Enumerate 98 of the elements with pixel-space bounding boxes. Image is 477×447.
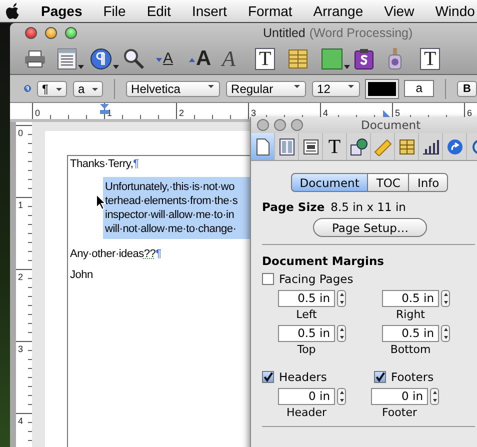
text-icon: T xyxy=(328,136,341,156)
indent-marker-icon[interactable] xyxy=(100,104,109,114)
caret-icon[interactable] xyxy=(113,64,119,68)
ruler-number: 1 xyxy=(17,199,24,210)
segment-tab[interactable]: Info xyxy=(408,173,448,192)
menu-item[interactable]: Format xyxy=(248,3,292,19)
cursor-icon xyxy=(96,194,106,210)
checkbox[interactable] xyxy=(262,273,274,285)
inspector-tab[interactable]: T xyxy=(323,133,347,160)
page-setup-button[interactable]: Page Setup… xyxy=(313,218,428,237)
page-size-value: 8.5 in x 11 in xyxy=(330,200,406,214)
menu-item[interactable]: View xyxy=(384,3,414,19)
layout-icon xyxy=(302,138,318,154)
number-field[interactable]: 0.5 in xyxy=(278,325,335,342)
bottle-icon[interactable] xyxy=(387,48,403,70)
document-icon[interactable] xyxy=(57,48,77,70)
number-field[interactable]: 0.5 in xyxy=(382,325,439,342)
text-color-well[interactable] xyxy=(366,80,398,98)
ruler-number: 0 xyxy=(17,127,24,138)
shape-icon xyxy=(350,138,368,156)
link-icon xyxy=(446,138,462,154)
stepper[interactable] xyxy=(441,290,450,307)
segment-tab[interactable]: Document xyxy=(290,173,368,192)
text-wrap-icon[interactable]: T xyxy=(420,48,440,70)
checkbox-label: Headers xyxy=(279,370,327,384)
ruler-number: 3 xyxy=(250,108,256,118)
field-label: Page Size xyxy=(262,200,325,214)
paragraph: Thanks·Terry,¶ xyxy=(69,157,140,172)
checkbox[interactable] xyxy=(374,371,386,383)
stepper[interactable] xyxy=(337,325,346,342)
minimize-button[interactable] xyxy=(274,119,286,131)
ruler-number: 5 xyxy=(394,108,400,118)
stepper[interactable] xyxy=(337,290,346,307)
menu-item[interactable]: File xyxy=(103,3,126,19)
zoom-button[interactable] xyxy=(291,119,303,131)
menu-item[interactable]: Insert xyxy=(192,3,227,19)
font-size-popup[interactable]: 12 xyxy=(312,80,360,96)
typeface-popup[interactable]: Regular xyxy=(226,80,306,96)
checkbox[interactable] xyxy=(262,371,274,383)
fonts-icon[interactable]: A xyxy=(222,48,236,70)
menu-item[interactable]: Pages xyxy=(41,3,82,19)
page-icon xyxy=(256,138,270,156)
table-icon xyxy=(398,138,414,154)
checkbox-label: Facing Pages xyxy=(279,272,354,286)
table-icon[interactable] xyxy=(288,48,308,68)
stepper[interactable] xyxy=(430,388,439,405)
field-label: Footer xyxy=(381,405,418,419)
character-style-popup[interactable]: a xyxy=(73,80,104,96)
number-field[interactable]: 0.5 in xyxy=(382,290,439,307)
field-label: Bottom xyxy=(389,342,432,356)
zoom-button[interactable] xyxy=(65,27,77,39)
field-label: Top xyxy=(296,342,317,356)
menu-item[interactable]: Arrange xyxy=(313,3,364,19)
checkbox-label: Footers xyxy=(391,370,434,384)
minimize-button[interactable] xyxy=(45,27,57,39)
close-button[interactable] xyxy=(257,119,269,131)
caret-icon[interactable] xyxy=(78,64,84,68)
inspector-tab[interactable] xyxy=(251,133,275,160)
columns-icon xyxy=(278,138,294,156)
ruler-number: 4 xyxy=(322,108,328,118)
menu-item[interactable]: Edit xyxy=(146,3,171,19)
window-subtitle: (Word Processing) xyxy=(309,26,413,40)
bold-button[interactable]: B xyxy=(457,80,477,96)
paragraph-style-popup[interactable]: ¶ xyxy=(37,80,68,96)
shape-icon[interactable] xyxy=(321,48,343,70)
segment-tab[interactable]: TOC xyxy=(367,173,410,192)
stepper[interactable] xyxy=(337,388,346,405)
ruler-number: 3 xyxy=(17,343,24,354)
ruler-number: 4 xyxy=(17,415,24,426)
paragraph: Any·other·ideas??¶ xyxy=(69,247,162,262)
text-box-icon[interactable]: T xyxy=(255,48,276,70)
field-label: Header xyxy=(285,405,328,419)
caret-icon[interactable] xyxy=(344,64,350,68)
bar-chart-icon xyxy=(422,138,440,154)
highlight-well[interactable]: a xyxy=(404,80,434,97)
paragraph: John xyxy=(69,268,94,283)
number-field[interactable]: 0 in xyxy=(371,388,428,405)
font-popup[interactable]: Helvetica xyxy=(126,80,220,96)
section-heading: Document Margins xyxy=(261,253,386,268)
number-field[interactable]: 0 in xyxy=(278,388,335,405)
pilcrow-circle-icon[interactable] xyxy=(90,48,112,70)
search-icon[interactable] xyxy=(123,48,145,70)
menu-item[interactable]: Windo xyxy=(435,3,475,19)
field-label: Left xyxy=(295,307,318,321)
field-label: Right xyxy=(395,307,426,321)
close-button[interactable] xyxy=(25,27,37,39)
ruler-number: 2 xyxy=(17,271,24,282)
stepper[interactable] xyxy=(441,325,450,342)
ruler-number: 0 xyxy=(34,108,40,118)
window-title: Untitled xyxy=(263,26,306,40)
apple-icon[interactable] xyxy=(6,3,20,19)
ruler-number: 6 xyxy=(466,108,472,118)
ruler-number: 2 xyxy=(178,108,184,118)
printer-icon[interactable] xyxy=(24,50,46,68)
panel-title: Document xyxy=(361,118,421,132)
number-field[interactable]: 0.5 in xyxy=(278,290,335,307)
clipboard-icon[interactable] xyxy=(354,48,374,70)
ruler-icon xyxy=(374,138,392,156)
